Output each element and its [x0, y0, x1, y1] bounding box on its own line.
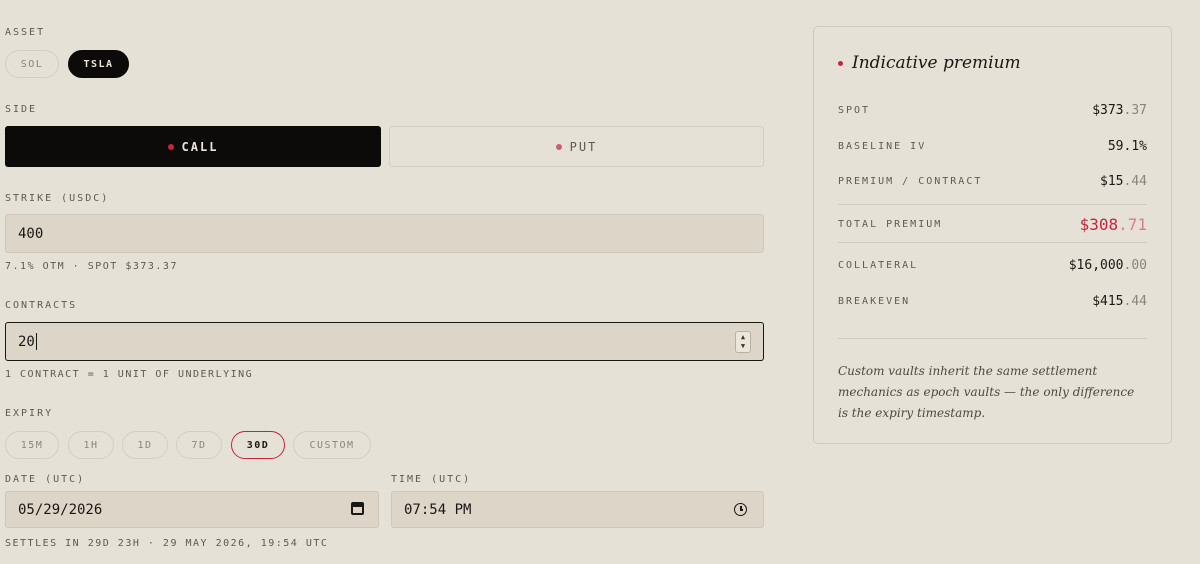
- strike-input[interactable]: 400: [5, 214, 764, 253]
- clock-icon[interactable]: [734, 503, 747, 516]
- divider: [838, 338, 1147, 339]
- premium-contract-decimal: .44: [1123, 174, 1147, 189]
- collateral-row: COLLATERAL $16,000.00: [838, 258, 1147, 273]
- time-value: 07:54 PM: [404, 501, 472, 518]
- collateral-value: $16,000: [1068, 258, 1124, 273]
- panel-title-text: Indicative premium: [852, 53, 1021, 73]
- breakeven-value: $415: [1092, 294, 1124, 309]
- expiry-label: EXPIRY: [5, 408, 54, 419]
- collateral-decimal: .00: [1123, 258, 1147, 273]
- expiry-7d-button[interactable]: 7D: [176, 431, 222, 459]
- asset-label: ASSET: [5, 27, 46, 38]
- contracts-label: CONTRACTS: [5, 300, 78, 311]
- premium-contract-row: PREMIUM / CONTRACT $15.44: [838, 174, 1147, 189]
- breakeven-label: BREAKEVEN: [838, 296, 911, 307]
- put-button[interactable]: PUT: [389, 126, 764, 167]
- premium-panel: Indicative premium SPOT $373.37 BASELINE…: [813, 26, 1172, 444]
- stepper-down-icon[interactable]: ▼: [741, 342, 745, 351]
- expiry-15m-button[interactable]: 15M: [5, 431, 59, 459]
- breakeven-decimal: .44: [1123, 294, 1147, 309]
- title-dot-icon: [838, 60, 843, 66]
- asset-sol-button[interactable]: SOL: [5, 50, 59, 78]
- strike-label: STRIKE (USDC): [5, 193, 110, 204]
- iv-label: BASELINE IV: [838, 141, 927, 152]
- time-input[interactable]: 07:54 PM: [391, 491, 764, 528]
- settles-text: SETTLES IN 29D 23H · 29 MAY 2026, 19:54 …: [5, 538, 329, 549]
- date-input[interactable]: 05/29/2026: [5, 491, 379, 528]
- put-dot-icon: [555, 143, 562, 150]
- divider: [838, 204, 1147, 205]
- expiry-custom-button[interactable]: CUSTOM: [293, 431, 371, 459]
- premium-contract-label: PREMIUM / CONTRACT: [838, 176, 983, 187]
- breakeven-row: BREAKEVEN $415.44: [838, 294, 1147, 309]
- panel-title: Indicative premium: [838, 53, 1021, 73]
- total-premium-row: TOTAL PREMIUM $308.71: [838, 214, 1147, 234]
- date-value: 05/29/2026: [18, 501, 103, 518]
- side-label: SIDE: [5, 104, 38, 115]
- call-button[interactable]: CALL: [5, 126, 381, 167]
- expiry-30d-button[interactable]: 30D: [231, 431, 285, 459]
- call-dot-icon: [167, 143, 174, 150]
- total-premium-label: TOTAL PREMIUM: [838, 218, 943, 230]
- put-label: PUT: [569, 139, 598, 154]
- expiry-1h-button[interactable]: 1H: [68, 431, 114, 459]
- time-label: TIME (UTC): [391, 474, 472, 485]
- stepper-up-icon[interactable]: ▲: [741, 333, 745, 342]
- iv-value: 59.1%: [1107, 139, 1147, 154]
- date-label: DATE (UTC): [5, 474, 86, 485]
- total-premium-value: $308: [1079, 214, 1119, 234]
- contracts-value: 20: [18, 333, 35, 350]
- spot-value: $373: [1092, 103, 1124, 118]
- strike-hint: 7.1% OTM · SPOT $373.37: [5, 261, 178, 272]
- spot-label: SPOT: [838, 105, 871, 116]
- call-label: CALL: [181, 139, 219, 154]
- asset-tsla-button[interactable]: TSLA: [68, 50, 129, 78]
- strike-value: 400: [18, 225, 44, 242]
- contracts-hint: 1 CONTRACT = 1 UNIT OF UNDERLYING: [5, 369, 254, 380]
- contracts-stepper[interactable]: ▲ ▼: [735, 331, 751, 353]
- collateral-label: COLLATERAL: [838, 260, 919, 271]
- total-premium-decimal: .71: [1118, 214, 1147, 234]
- expiry-1d-button[interactable]: 1D: [122, 431, 168, 459]
- spot-decimal: .37: [1123, 103, 1147, 118]
- text-caret: [35, 333, 37, 350]
- panel-note: Custom vaults inherit the same settlemen…: [838, 364, 1135, 420]
- calendar-icon[interactable]: [351, 502, 364, 515]
- contracts-input[interactable]: 20 ▲ ▼: [5, 322, 764, 361]
- premium-contract-value: $15: [1100, 174, 1124, 189]
- divider: [838, 242, 1147, 243]
- iv-row: BASELINE IV 59.1%: [838, 139, 1147, 154]
- spot-row: SPOT $373.37: [838, 103, 1147, 118]
